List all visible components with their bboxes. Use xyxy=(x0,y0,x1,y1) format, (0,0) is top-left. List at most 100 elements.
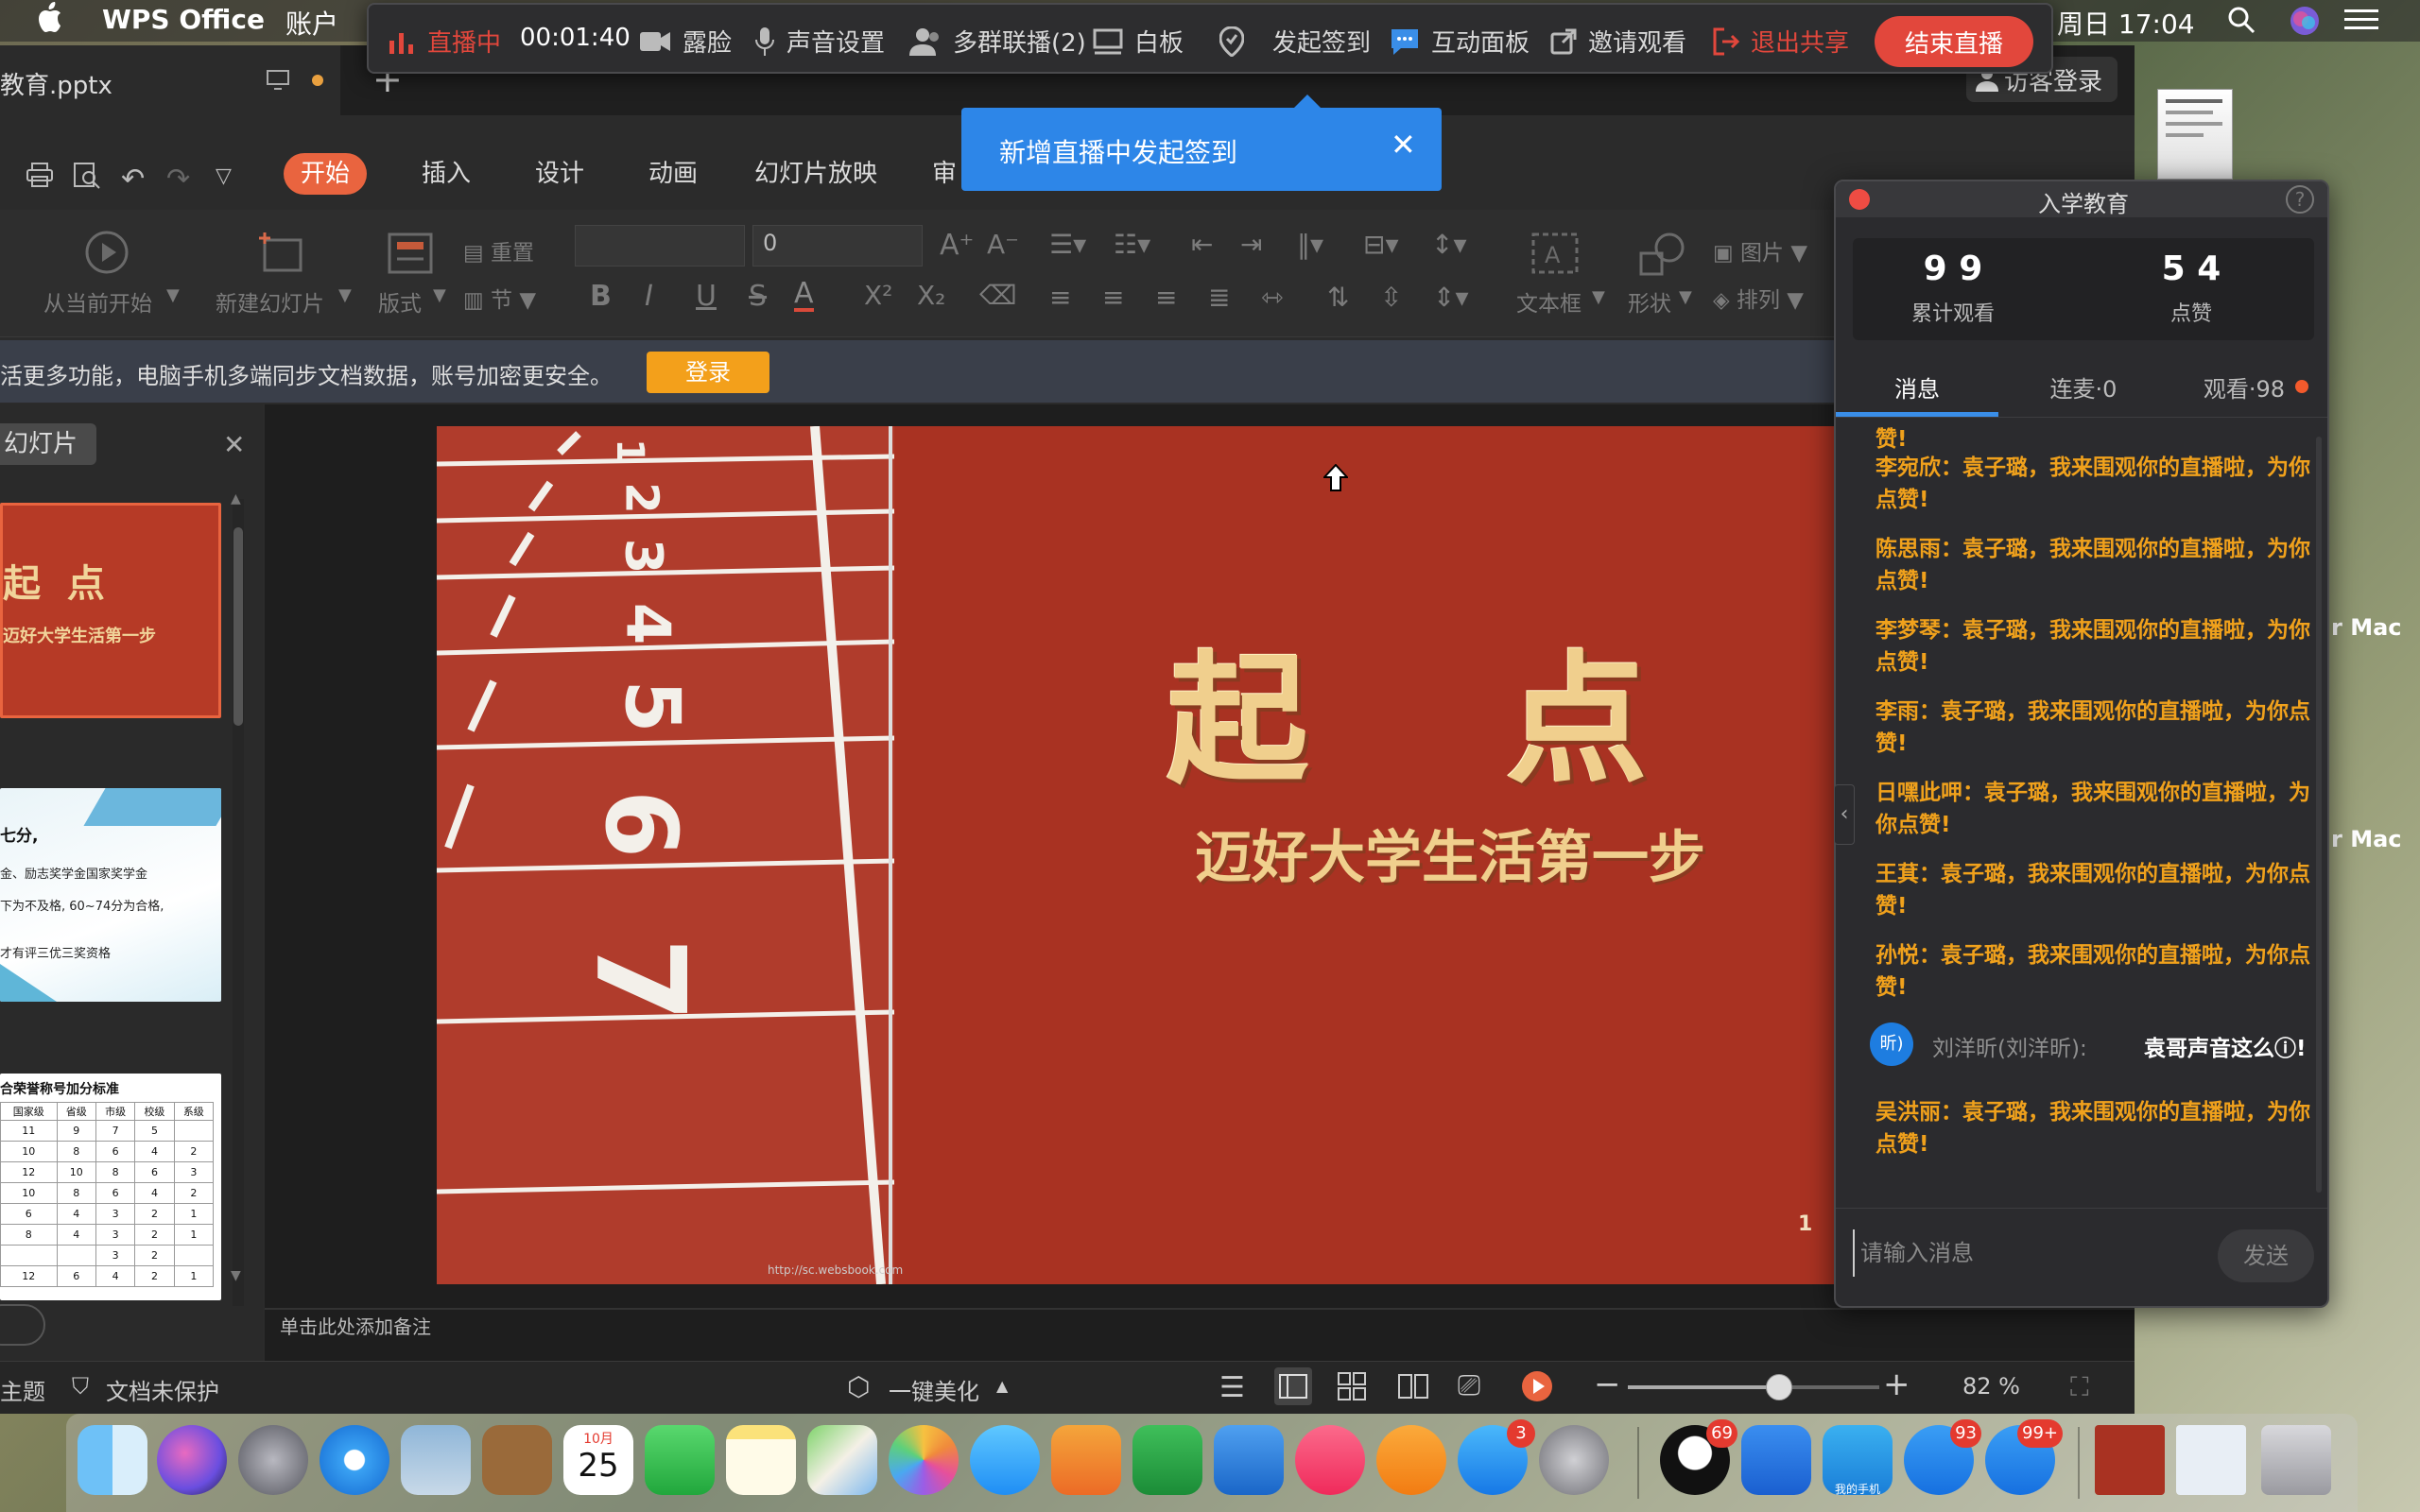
current-slide[interactable]: 1 2 3 4 5 6 7 http://sc.websbook.com 起 点… xyxy=(437,426,1836,1284)
dropdown-arrow-icon[interactable]: ▼ xyxy=(166,285,180,305)
reading-view-icon[interactable] xyxy=(1397,1371,1429,1405)
siri-icon[interactable] xyxy=(2290,6,2320,43)
interaction-panel-button[interactable]: 互动面板 xyxy=(1390,24,1530,59)
menubar-clock[interactable]: 周日 17:04 xyxy=(2057,4,2195,42)
slideshow-play-icon[interactable] xyxy=(1522,1371,1552,1401)
thumbnail-scrollbar-track[interactable] xyxy=(233,499,244,1306)
ribbon-tab-animation[interactable]: 动画 xyxy=(631,153,715,195)
document-tab[interactable]: 教育.pptx xyxy=(0,45,340,115)
align-text-icon[interactable]: ⊟▾ xyxy=(1363,229,1399,260)
strikethrough-icon[interactable]: S xyxy=(749,280,767,313)
zoom-slider-track[interactable] xyxy=(1628,1374,1879,1400)
apple-icon[interactable] xyxy=(38,2,62,39)
calendar-icon[interactable]: 10月 25 xyxy=(563,1425,633,1495)
scroll-up-icon[interactable]: ▲ xyxy=(231,491,241,507)
slide-thumbnail-3[interactable]: 合荣誉称号加分标准 国家级 省级 市级 校级 系级 11 9 7 5 10 8 6 4 2 12 10 8 6 3 1… xyxy=(0,1074,221,1300)
ribbon-tab-home[interactable]: 开始 xyxy=(284,153,368,195)
arrange-button[interactable]: ◈ 排列 ▼ xyxy=(1713,282,1804,314)
photos-icon[interactable] xyxy=(889,1425,959,1495)
picture-button[interactable]: ▣ 图片 ▼ xyxy=(1713,234,1807,266)
layout-button[interactable]: 版式 xyxy=(378,285,422,318)
recent-screenshot-icon[interactable] xyxy=(2176,1425,2246,1495)
music-icon[interactable] xyxy=(1295,1425,1365,1495)
reset-button[interactable]: ▤ 重置 xyxy=(463,234,534,266)
notice-login-button[interactable]: 登录 xyxy=(647,352,769,393)
textbox-icon[interactable]: A xyxy=(1531,232,1579,278)
books-icon[interactable] xyxy=(1376,1425,1446,1495)
beautify-dropdown-icon[interactable]: ▲ xyxy=(996,1377,1008,1395)
document-protection-status[interactable]: 文档未保护 xyxy=(106,1373,219,1406)
message-list[interactable]: 王真：袁子璐，我来围观你的直播啦，为你点赞! 李宛欣：袁子璐，我来围观你的直播啦… xyxy=(1836,420,2327,1187)
section-button[interactable]: ▥ 节 ▼ xyxy=(463,282,536,314)
fit-window-icon[interactable]: ⛶ xyxy=(2070,1371,2089,1403)
zoom-slider-thumb[interactable] xyxy=(1765,1374,1792,1400)
dropdown-arrow-icon[interactable]: ▼ xyxy=(338,285,352,305)
distribute-icon[interactable]: ⇿ xyxy=(1261,282,1283,313)
dropdown-arrow-icon[interactable]: ▼ xyxy=(1679,287,1692,307)
shape-icon[interactable] xyxy=(1639,232,1686,280)
decrease-font-icon[interactable]: A⁻ xyxy=(987,229,1019,260)
notes-view-icon[interactable]: ☰ xyxy=(1219,1371,1245,1404)
superscript-icon[interactable]: X² xyxy=(864,280,892,311)
layout-icon[interactable] xyxy=(388,232,433,278)
ribbon-tab-design[interactable]: 设计 xyxy=(518,153,601,195)
send-button[interactable]: 发送 xyxy=(2218,1229,2314,1282)
spacing-dropdown-icon[interactable]: ⇕▾ xyxy=(1433,282,1469,313)
slide-thumbnail-2[interactable]: 七分, 金、励志奖学金国家奖学金 下为不及格, 60~74分为合格, 才有评三优… xyxy=(0,788,221,1002)
multi-group-broadcast-button[interactable]: 多群联播(2) xyxy=(909,24,1086,59)
maps-icon[interactable] xyxy=(807,1425,877,1495)
zoom-level[interactable]: 82 % xyxy=(1962,1373,2020,1400)
messages-icon[interactable] xyxy=(970,1425,1040,1495)
facetime-icon[interactable] xyxy=(645,1425,715,1495)
my-phone-icon[interactable]: 我的手机 xyxy=(1823,1425,1893,1496)
sound-settings-button[interactable]: 声音设置 xyxy=(754,24,885,59)
help-icon[interactable]: ? xyxy=(2286,185,2314,214)
bullet-list-icon[interactable]: ☰▾ xyxy=(1049,229,1086,260)
redo-icon[interactable]: ↷ xyxy=(166,163,190,196)
launchpad-icon[interactable] xyxy=(238,1425,308,1495)
close-panel-icon[interactable]: ✕ xyxy=(223,429,245,460)
invite-watch-button[interactable]: 邀请观看 xyxy=(1550,24,1686,59)
font-size-select[interactable]: 0 xyxy=(752,225,923,266)
whiteboard-button[interactable]: 白板 xyxy=(1093,24,1184,59)
app-store-icon[interactable]: 3 xyxy=(1458,1419,1535,1495)
message-input[interactable]: 请输入消息 xyxy=(1853,1229,2193,1277)
notes-app-icon[interactable] xyxy=(726,1425,796,1495)
tab-co-host[interactable]: 连麦·0 xyxy=(1998,370,2169,404)
underline-icon[interactable]: U xyxy=(696,280,717,313)
increase-indent-icon[interactable]: ⇥ xyxy=(1240,229,1262,260)
new-slide-button[interactable]: 新建幻灯片 xyxy=(216,285,324,318)
collapse-panel-chevron-icon[interactable]: ‹ xyxy=(1834,784,1855,845)
mail-icon[interactable] xyxy=(401,1425,471,1495)
shape-button[interactable]: 形状 xyxy=(1628,285,1671,318)
eraser-icon[interactable]: ⌫ xyxy=(979,280,1017,311)
menubar-account[interactable]: 账户 xyxy=(285,4,338,42)
slides-panel-tab[interactable]: 幻灯片 xyxy=(0,423,96,465)
desktop-file-thumbnail[interactable] xyxy=(2157,89,2233,180)
increase-font-icon[interactable]: A⁺ xyxy=(940,229,974,262)
justify-icon[interactable]: ≣ xyxy=(1208,282,1230,313)
slide-sorter-icon[interactable] xyxy=(1337,1371,1367,1405)
text-direction-icon[interactable]: ‖▾ xyxy=(1297,229,1323,260)
notes-placeholder[interactable]: 单击此处添加备注 xyxy=(280,1312,431,1339)
thumbnail-scrollbar-thumb[interactable] xyxy=(233,527,243,726)
print-preview-icon[interactable] xyxy=(74,163,100,193)
from-current-button[interactable]: 从当前开始 xyxy=(43,285,152,318)
menubar-app-name[interactable]: WPS Office xyxy=(102,4,265,35)
ribbon-tab-slideshow[interactable]: 幻灯片放映 xyxy=(737,153,894,195)
play-from-current-icon[interactable] xyxy=(85,231,129,278)
tab-messages[interactable]: 消息 xyxy=(1836,370,1998,404)
font-color-icon[interactable]: A xyxy=(794,280,814,312)
qq-icon[interactable]: 69 xyxy=(1660,1419,1737,1495)
paragraph-spacing-icon[interactable]: ⇅ xyxy=(1327,282,1349,313)
italic-icon[interactable]: I xyxy=(645,280,653,313)
monitor-icon[interactable] xyxy=(267,70,289,94)
desktop-item-label[interactable]: r Mac xyxy=(2331,826,2402,852)
finder-icon[interactable] xyxy=(78,1425,147,1495)
toast-close-icon[interactable]: ✕ xyxy=(1391,127,1416,163)
sidebar-bottom-button[interactable] xyxy=(0,1304,45,1346)
slide-title[interactable]: 起 点 xyxy=(1167,606,1648,811)
siri-dock-icon[interactable] xyxy=(157,1425,227,1495)
avatar[interactable]: 昕) xyxy=(1870,1022,1913,1066)
desktop-item-label[interactable]: r Mac xyxy=(2331,614,2402,641)
